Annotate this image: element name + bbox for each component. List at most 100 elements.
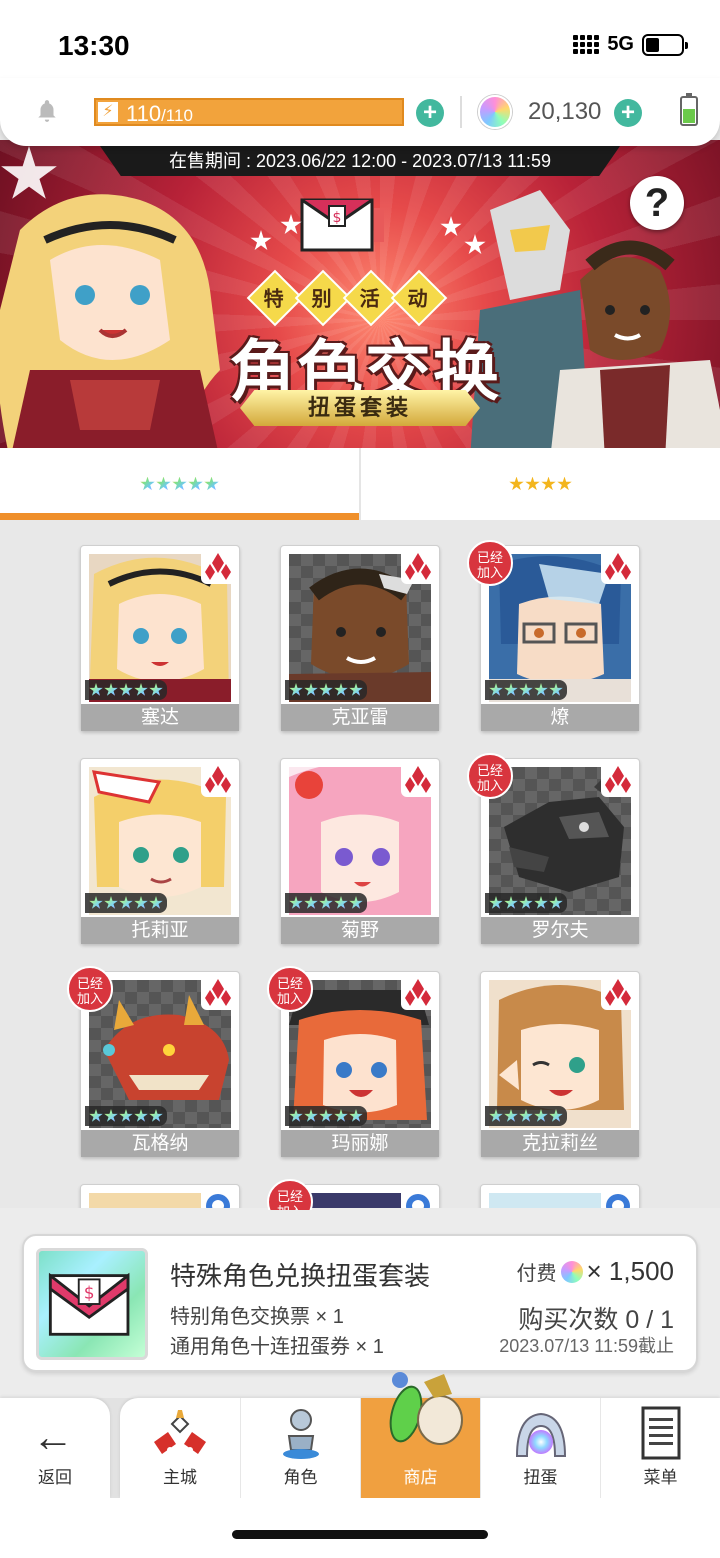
diamond-type-icon	[201, 763, 235, 797]
home-indicator-area	[0, 1498, 720, 1558]
help-button[interactable]: ?	[630, 176, 684, 230]
blue-type-icon	[401, 1189, 435, 1210]
ticket-icon: $	[48, 1272, 130, 1336]
character-name: 燎	[481, 704, 639, 731]
character-card[interactable]: 克拉莉丝	[480, 971, 640, 1157]
owned-badge: 已经加入	[267, 966, 313, 1012]
event-badges: 特 别 活 动	[246, 269, 448, 327]
character-card[interactable]: 已经 加入 燎	[467, 540, 640, 731]
character-name: 克亚雷	[281, 704, 439, 731]
bell-icon[interactable]	[34, 98, 60, 124]
character-name: 托莉亚	[81, 917, 239, 944]
nav-item-characters[interactable]: 角色	[240, 1398, 360, 1498]
diamond-type-icon	[601, 976, 635, 1010]
nav-item-menu[interactable]: 菜单	[600, 1398, 720, 1498]
tab-4-star[interactable]	[359, 448, 720, 520]
nav-item-gacha[interactable]: 扭蛋	[480, 1398, 600, 1498]
price-amount: × 1,500	[586, 1256, 674, 1286]
character-card[interactable]: 已经 加入 玛丽娜	[267, 966, 440, 1157]
diamond-type-icon	[401, 763, 435, 797]
add-stamina-button[interactable]: +	[416, 99, 444, 127]
gacha-set-thumbnail: $	[36, 1248, 148, 1360]
rarity-stars	[85, 1106, 167, 1126]
rarity-stars	[285, 1106, 367, 1126]
character-card[interactable]	[80, 1184, 240, 1210]
nav-label: 扭蛋	[523, 1468, 558, 1487]
ticket-icon: $	[300, 198, 384, 252]
home-indicator[interactable]	[232, 1530, 488, 1539]
signal-icon	[573, 35, 600, 54]
diamond-type-icon	[601, 763, 635, 797]
stamina-current: 110	[126, 101, 162, 126]
gacha-icon	[511, 1406, 571, 1462]
rarity-stars	[485, 893, 567, 913]
character-card[interactable]	[480, 1184, 640, 1210]
rarity-stars	[285, 893, 367, 913]
purchase-item-card[interactable]: $ 特殊角色兑换扭蛋套装 特别角色交换票 × 1 通用角色十连扭蛋券 × 1 付…	[22, 1234, 698, 1372]
character-name: 玛丽娜	[281, 1130, 439, 1157]
character-card[interactable]: 塞达	[80, 545, 240, 731]
stamina-max: /110	[161, 106, 193, 125]
rarity-stars	[485, 1106, 567, 1126]
purchase-price: 付费 × 1,500	[517, 1256, 674, 1287]
owned-badge: 已经加入	[467, 753, 513, 799]
character-card[interactable]: 菊野	[280, 758, 440, 944]
rarity-tabs	[0, 448, 720, 520]
resource-bar: ⚡ 110/110 + 20,130 +	[0, 78, 720, 146]
device-battery-icon	[680, 93, 698, 126]
purchase-title: 特殊角色兑换扭蛋套装	[170, 1261, 431, 1291]
nav-label: 菜单	[643, 1468, 678, 1487]
back-button[interactable]: ← 返回	[0, 1398, 110, 1498]
rainbow-stars-icon	[140, 476, 219, 492]
purchase-count: 购买次数 0 / 1	[518, 1306, 674, 1334]
gold-stars-icon	[509, 476, 572, 492]
nav-label: 角色	[283, 1468, 318, 1487]
character-card[interactable]: 已经 加入 瓦格纳	[67, 966, 240, 1157]
divider	[460, 96, 462, 128]
stamina-bar: ⚡ 110/110	[94, 98, 404, 126]
rarity-stars	[85, 893, 167, 913]
arrow-left-icon: ←	[32, 1413, 74, 1460]
nav-label: 主城	[163, 1468, 197, 1487]
blue-type-icon	[201, 1189, 235, 1210]
character-grid: 塞达 克亚雷 已经 加入 燎 托莉亚 菊野 已经 加入 罗尔夫 已经 加入 瓦格…	[0, 520, 720, 1210]
svg-text:$: $	[84, 1283, 95, 1303]
diamond-type-icon	[201, 976, 235, 1010]
character-name: 塞达	[81, 704, 239, 731]
gem-icon	[560, 1260, 583, 1283]
rarity-stars	[85, 680, 167, 700]
blue-type-icon	[601, 1189, 635, 1210]
gem-icon	[478, 95, 512, 129]
owned-badge: 已经加入	[267, 1179, 313, 1210]
battery-icon	[642, 33, 688, 56]
owned-badge: 已经加入	[67, 966, 113, 1012]
rarity-stars	[285, 680, 367, 700]
character-name: 克拉莉丝	[481, 1130, 639, 1157]
event-subtitle: 扭蛋套装	[240, 390, 480, 426]
character-icon	[271, 1406, 331, 1462]
network-type: 5G	[607, 33, 634, 55]
event-banner: 在售期间 : 2023.06/22 12:00 - 2023.07/13 11:…	[0, 140, 720, 448]
diamond-type-icon	[601, 550, 635, 584]
character-card[interactable]: 托莉亚	[80, 758, 240, 944]
character-card[interactable]: 克亚雷	[280, 545, 440, 731]
shop-icon	[389, 1372, 463, 1445]
purchase-deadline: 2023.07/13 11:59截止	[499, 1336, 674, 1356]
tab-5-star[interactable]	[0, 448, 359, 520]
nav-item-home[interactable]: 主城	[120, 1398, 240, 1498]
purchase-content-1: 特别角色交换票 × 1	[170, 1306, 344, 1328]
owned-badge: 已经加入	[467, 540, 513, 586]
bottom-navigation: ← 返回 主城 角色 商店 扭蛋 菜单	[0, 1398, 720, 1498]
rarity-stars	[485, 680, 567, 700]
menu-list-icon	[631, 1406, 691, 1462]
diamond-type-icon	[401, 976, 435, 1010]
svg-text:$: $	[333, 210, 342, 226]
character-card[interactable]: 已经加入	[267, 1179, 440, 1210]
price-label: 付费	[516, 1263, 557, 1285]
lightning-icon: ⚡	[98, 102, 118, 122]
add-gems-button[interactable]: +	[614, 99, 642, 127]
diamond-type-icon	[201, 550, 235, 584]
character-card[interactable]: 已经 加入 罗尔夫	[467, 753, 640, 944]
status-time: 13:30	[58, 30, 130, 61]
status-indicators: 5G	[573, 33, 688, 56]
